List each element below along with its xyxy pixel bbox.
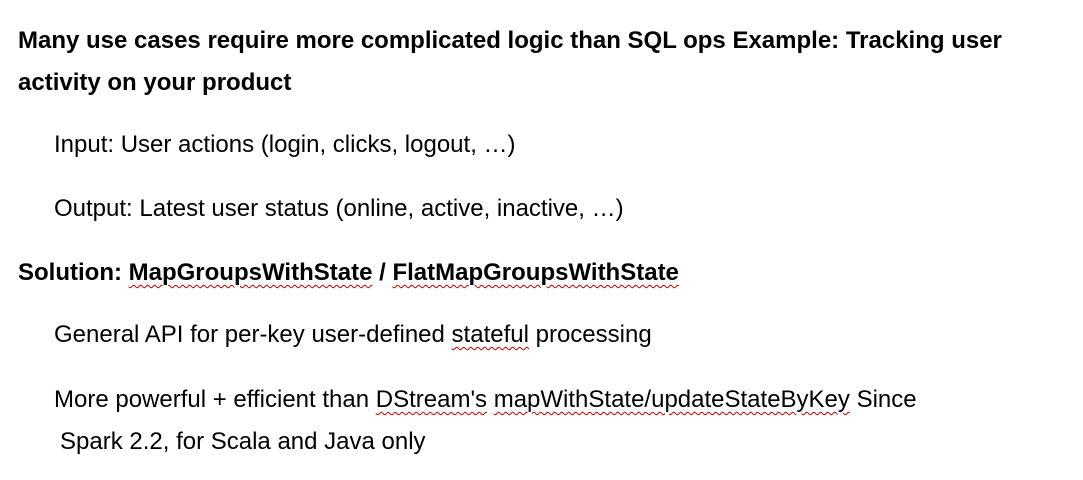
- flagged-word-mapwithstate: mapWithState/updateStateByKey: [493, 386, 850, 413]
- solution-separator: /: [372, 259, 393, 286]
- powerful-space: [487, 386, 494, 413]
- api-mapgroupswithstate: MapGroupsWithState: [128, 259, 373, 286]
- general-api-text-before: General API for per-key user-defined: [54, 321, 452, 348]
- solution-prefix: Solution:: [18, 259, 129, 286]
- powerful-text-after: Since: [849, 386, 917, 413]
- general-api-text-after: processing: [528, 321, 652, 348]
- general-api-line: General API for per-key user-defined sta…: [54, 314, 1054, 356]
- intro-heading: Many use cases require more complicated …: [18, 27, 1002, 96]
- powerful-continuation: Spark 2.2, for Scala and Java only: [60, 428, 426, 455]
- flagged-word-dstreams: DStream's: [375, 386, 488, 413]
- powerful-text-before: More powerful + efficient than: [54, 386, 376, 413]
- solution-line: Solution: MapGroupsWithState / FlatMapGr…: [18, 252, 1068, 294]
- document-page: Many use cases require more complicated …: [0, 0, 1083, 480]
- output-line: Output: Latest user status (online, acti…: [54, 195, 624, 222]
- input-line: Input: User actions (login, clicks, logo…: [54, 131, 516, 158]
- flagged-word-stateful: stateful: [451, 321, 529, 348]
- api-flatmapgroupswithstate: FlatMapGroupsWithState: [392, 259, 679, 286]
- powerful-line: More powerful + efficient than DStream's…: [54, 379, 1064, 463]
